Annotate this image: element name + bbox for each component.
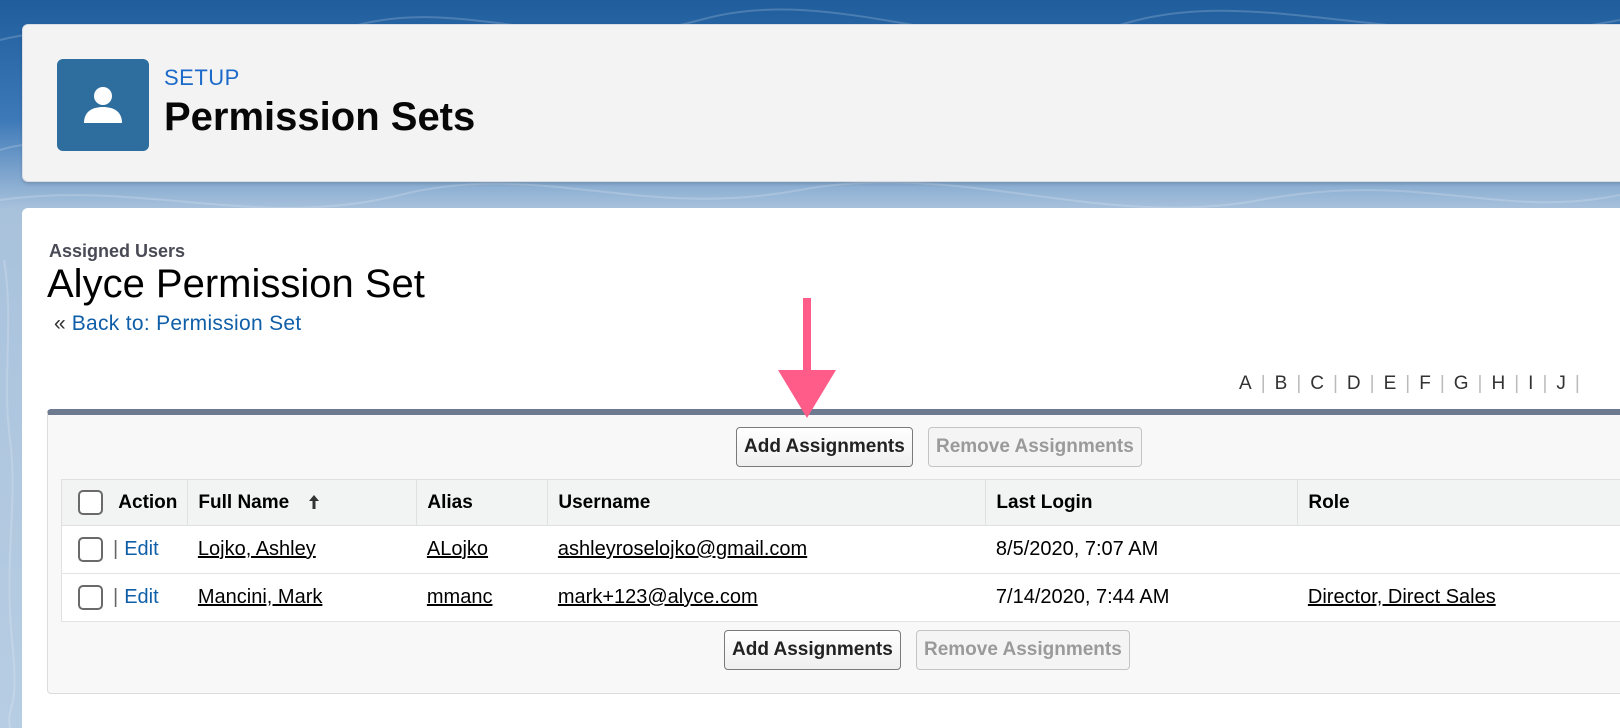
user-icon [84,87,122,123]
section-label: Assigned Users [49,241,186,261]
row-full-name-cell: Mancini, Mark [187,573,417,622]
back-to-permission-set-link[interactable]: Back to: Permission Set [72,312,302,335]
table-row: | Edit Lojko, Ashley ALojko ashleyroseloj… [61,525,1620,574]
edit-link[interactable]: Edit [124,586,158,608]
column-action: Action [61,479,189,526]
action-separator: | [113,537,119,560]
row-role-cell: Director, Direct Sales [1297,573,1620,622]
full-name-link[interactable]: Mancini, Mark [198,586,322,608]
alpha-filter-d[interactable]: D [1338,373,1370,395]
column-username[interactable]: Username [547,479,987,526]
header-eyebrow: SETUP [164,65,240,90]
alpha-filter-g[interactable]: G [1445,373,1478,395]
alpha-filter-h[interactable]: H [1482,373,1514,395]
row-alias-cell: mmanc [416,573,548,622]
assigned-users-list: Add Assignments Remove Assignments Actio… [47,409,1620,694]
row-checkbox[interactable] [78,585,103,610]
select-all-checkbox[interactable] [78,490,103,515]
row-username-cell: mark+123@alyce.com [547,573,986,622]
column-full-name-label: Full Name [198,491,290,513]
row-last-login-cell: 8/5/2020, 7:07 AM [985,525,1298,574]
arrow-up-icon [309,495,320,510]
column-action-label: Action [118,491,178,513]
back-chevron: « [54,312,66,335]
remove-assignments-button-top[interactable]: Remove Assignments [928,427,1142,467]
row-username-cell: ashleyroselojko@gmail.com [547,525,986,574]
column-alias[interactable]: Alias [416,479,549,526]
column-full-name[interactable]: Full Name [187,479,418,526]
row-full-name-cell: Lojko, Ashley [187,525,417,574]
pointer-arrow-annotation [778,298,836,418]
edit-link[interactable]: Edit [124,538,158,560]
column-role[interactable]: Role [1297,479,1620,526]
add-assignments-button-top[interactable]: Add Assignments [736,427,913,467]
full-name-link[interactable]: Lojko, Ashley [198,538,316,560]
alpha-filter-bar: A | B | C | D | E | F | G | H | I | J | [1230,373,1580,395]
alpha-filter-f[interactable]: F [1410,373,1440,395]
add-assignments-button-bottom[interactable]: Add Assignments [724,630,901,670]
action-separator: | [113,585,119,608]
alpha-filter-b[interactable]: B [1266,373,1297,395]
column-last-login[interactable]: Last Login [985,479,1299,526]
page-header: SETUP Permission Sets [22,24,1620,182]
table-row: | Edit Mancini, Mark mmanc mark+123@alyce… [61,573,1620,622]
alias-link[interactable]: ALojko [427,538,488,560]
username-link[interactable]: ashleyroselojko@gmail.com [558,538,807,560]
username-link[interactable]: mark+123@alyce.com [558,586,758,608]
row-checkbox[interactable] [78,537,103,562]
role-link[interactable]: Director, Direct Sales [1308,586,1496,608]
row-alias-cell: ALojko [416,525,548,574]
alias-link[interactable]: mmanc [427,586,493,608]
row-role-cell [1297,525,1620,574]
row-action-cell: | Edit [61,525,188,574]
alpha-filter-a[interactable]: A [1230,373,1261,395]
permission-set-icon-tile [57,59,149,151]
assigned-users-table: Action Full Name Alias Username Last Log… [61,479,1620,622]
header-title: Permission Sets [164,95,476,139]
page-title: Alyce Permission Set [47,262,425,306]
main-content: Assigned Users Alyce Permission Set « Bac… [22,208,1620,728]
remove-assignments-button-bottom[interactable]: Remove Assignments [916,630,1130,670]
row-action-cell: | Edit [61,573,188,622]
alpha-filter-c[interactable]: C [1301,373,1333,395]
table-header-row: Action Full Name Alias Username Last Log… [61,479,1620,526]
alpha-filter-j[interactable]: J [1547,373,1575,395]
back-link-container: « Back to: Permission Set [54,312,302,336]
alpha-filter-i[interactable]: I [1519,373,1542,395]
row-last-login-cell: 7/14/2020, 7:44 AM [985,573,1298,622]
alpha-filter-e[interactable]: E [1375,373,1406,395]
